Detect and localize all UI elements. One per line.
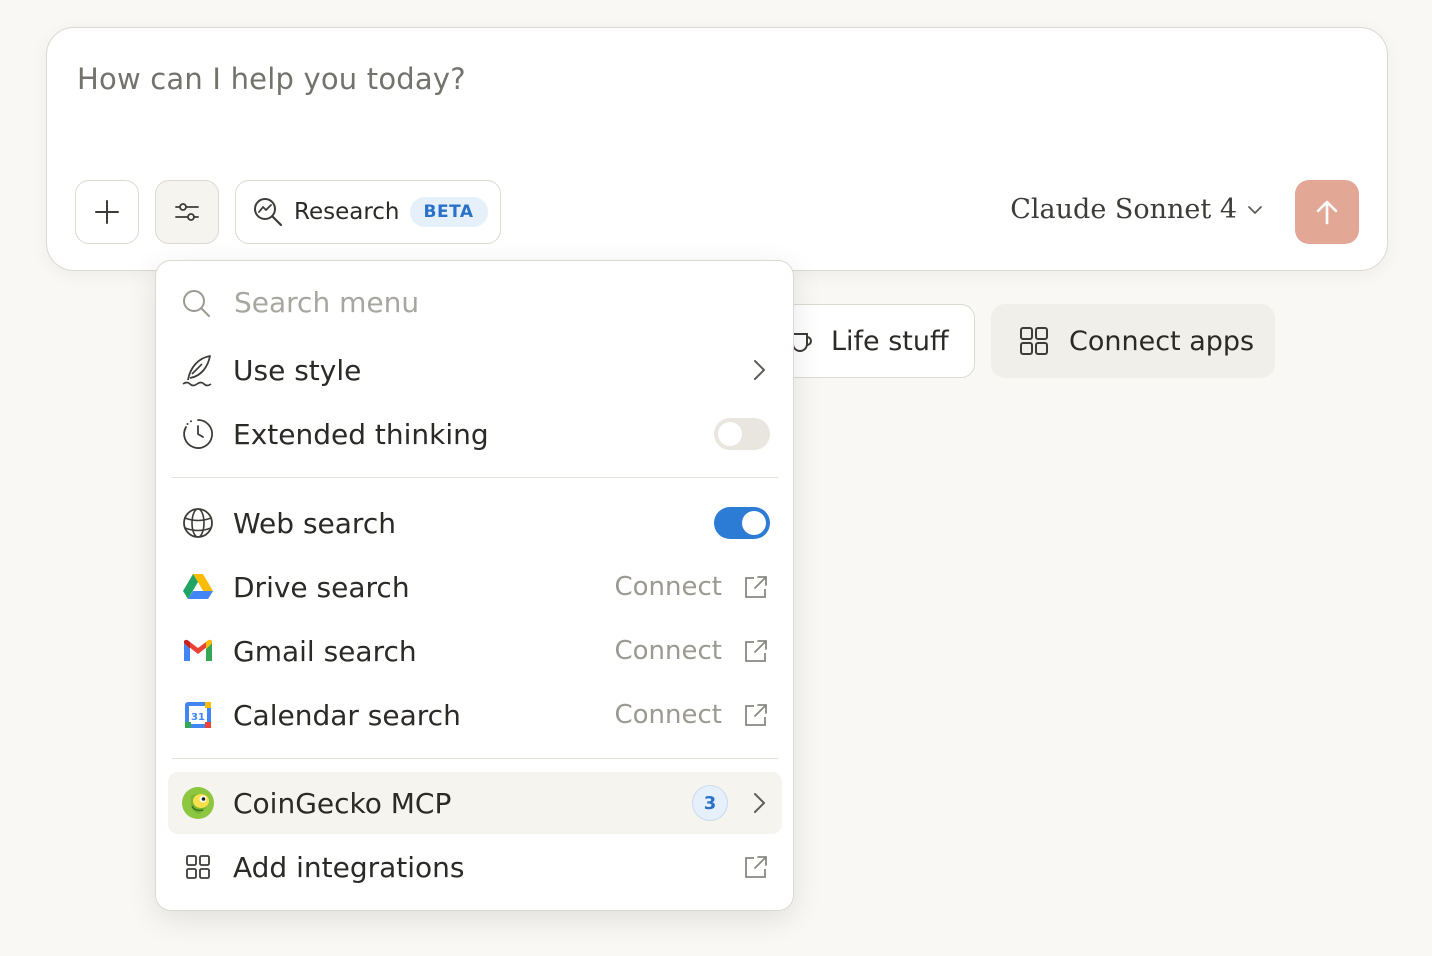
search-icon [183, 289, 210, 317]
coingecko-icon [178, 783, 218, 823]
research-icon [254, 198, 283, 227]
prompt-placeholder[interactable]: How can I help you today? [77, 62, 466, 96]
menu-item-calendar-search[interactable]: 31 Calendar search Connect [168, 684, 782, 746]
menu-item-label: Add integrations [233, 850, 465, 884]
menu-item-label: Web search [233, 506, 396, 540]
chip-connect-apps-label: Connect apps [1069, 325, 1255, 357]
chevron-right-icon [754, 360, 765, 380]
drive-connect-link[interactable]: Connect [614, 572, 722, 602]
web-search-toggle[interactable] [714, 507, 770, 539]
chevron-down-icon [1248, 205, 1262, 214]
menu-divider [172, 758, 778, 759]
tools-menu: Use style Extended thinking [155, 260, 794, 911]
calendar-connect-link[interactable]: Connect [614, 700, 722, 730]
chevron-right-icon [754, 793, 765, 813]
menu-item-extended-thinking[interactable]: Extended thinking [168, 403, 782, 465]
arrow-up-icon [1316, 200, 1338, 225]
gmail-connect-link[interactable]: Connect [614, 636, 722, 666]
menu-item-gmail-search[interactable]: Gmail search Connect [168, 620, 782, 682]
beta-badge: BETA [409, 197, 488, 227]
globe-icon [178, 503, 218, 543]
external-link-icon [745, 640, 767, 662]
external-link-icon [745, 856, 767, 878]
tool-count-badge: 3 [692, 785, 728, 821]
menu-item-use-style[interactable]: Use style [168, 339, 782, 401]
menu-item-add-integrations[interactable]: Add integrations [168, 836, 782, 898]
gmail-icon [178, 631, 218, 671]
model-name: Claude Sonnet 4 [1010, 194, 1237, 225]
chip-life-stuff[interactable]: Life stuff [770, 304, 975, 378]
menu-item-label: Use style [233, 353, 362, 387]
menu-item-label: Drive search [233, 570, 410, 604]
clock-icon [178, 414, 218, 454]
calendar-day-text: 31 [191, 712, 205, 723]
plus-icon [95, 200, 119, 224]
extended-thinking-toggle[interactable] [714, 418, 770, 450]
menu-item-label: Calendar search [233, 698, 461, 732]
menu-item-drive-search[interactable]: Drive search Connect [168, 556, 782, 618]
menu-item-label: Gmail search [233, 634, 417, 668]
feather-icon [178, 350, 218, 390]
model-selector[interactable]: Claude Sonnet 4 [1010, 194, 1265, 225]
chat-composer: How can I help you today? Research BETA … [46, 27, 1388, 271]
chip-connect-apps[interactable]: Connect apps [991, 304, 1275, 378]
chip-life-stuff-label: Life stuff [831, 325, 949, 357]
menu-item-coingecko-mcp[interactable]: CoinGecko MCP 3 [168, 772, 782, 834]
google-drive-icon [178, 567, 218, 607]
menu-item-web-search[interactable]: Web search [168, 492, 782, 554]
research-label: Research [294, 199, 400, 225]
send-button[interactable] [1295, 180, 1359, 244]
sliders-icon [175, 203, 199, 221]
menu-item-label: CoinGecko MCP [233, 786, 452, 820]
external-link-icon [745, 576, 767, 598]
menu-item-label: Extended thinking [233, 417, 489, 451]
grid-icon [178, 847, 218, 887]
google-calendar-icon: 31 [178, 695, 218, 735]
research-button[interactable]: Research BETA [235, 180, 501, 244]
menu-search [180, 285, 732, 320]
external-link-icon [745, 704, 767, 726]
add-attachment-button[interactable] [75, 180, 139, 244]
grid-icon [1020, 327, 1048, 355]
menu-divider [172, 477, 778, 478]
tools-settings-button[interactable] [155, 180, 219, 244]
menu-search-input[interactable] [232, 285, 732, 320]
